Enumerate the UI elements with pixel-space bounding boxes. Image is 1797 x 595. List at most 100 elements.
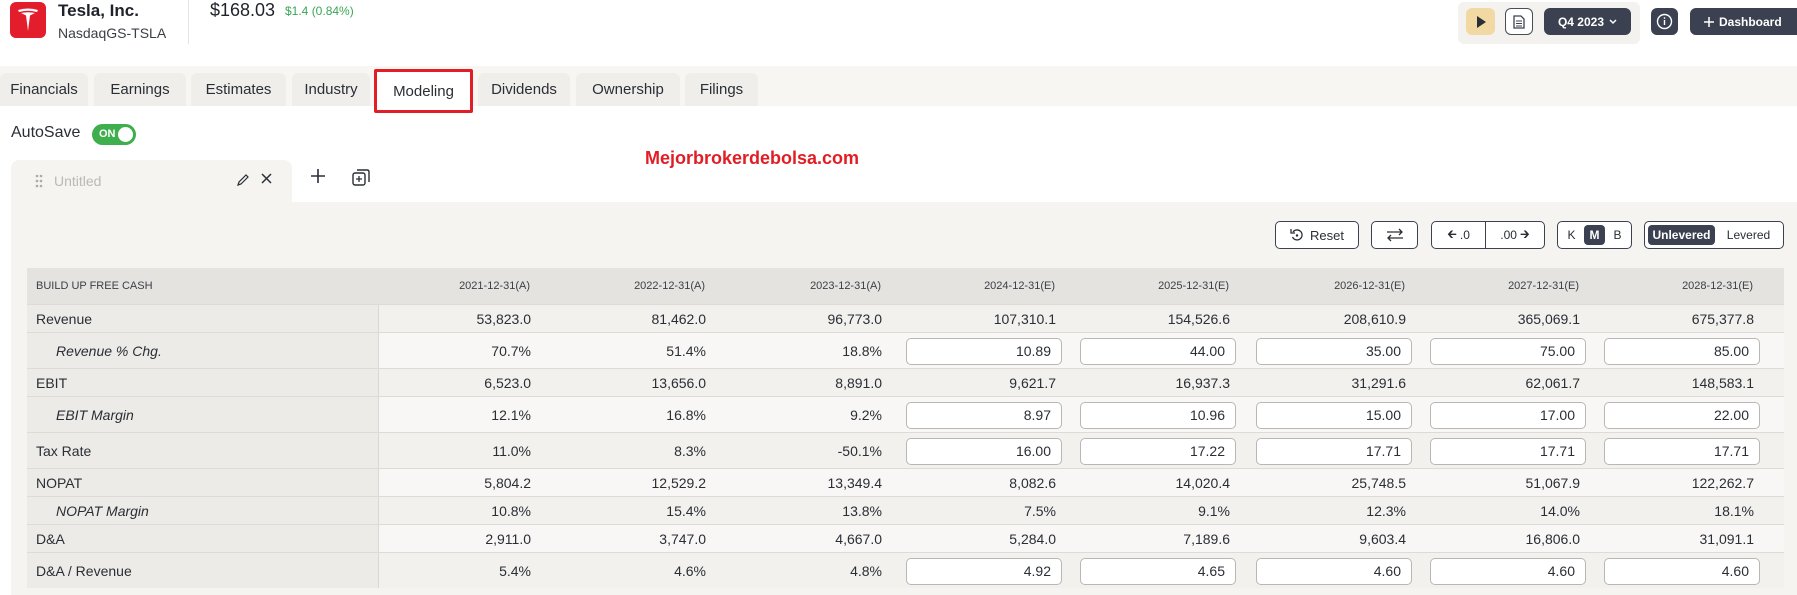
autosave-label: AutoSave <box>11 124 81 141</box>
assumption-input[interactable]: 8.97 <box>906 401 1062 429</box>
tab-ownership[interactable]: Ownership <box>576 73 680 106</box>
period-dropdown[interactable]: Q4 2023 <box>1544 8 1631 35</box>
table-cell: 4.6% <box>674 563 706 579</box>
assumption-input[interactable]: 75.00 <box>1430 337 1586 365</box>
table-cell: 12,529.2 <box>651 475 707 491</box>
table-row: EBIT Margin 12.1% 16.8% 9.2% 8.97 10.96 15.00 1… <box>27 396 1784 432</box>
levered-mode-selector: Unlevered Levered <box>1644 221 1784 249</box>
dashboard-label: Dashboard <box>1719 14 1782 29</box>
assumption-input[interactable]: 4.65 <box>1080 557 1236 585</box>
assumption-input[interactable]: 4.60 <box>1430 557 1586 585</box>
table-cell: 9,621.7 <box>1009 375 1056 391</box>
swap-button[interactable] <box>1371 221 1418 249</box>
units-option-b[interactable]: B <box>1607 225 1628 245</box>
assumption-input[interactable]: 10.96 <box>1080 401 1236 429</box>
table-row: Revenue % Chg. 70.7% 51.4% 18.8% 10.89 44.00 3… <box>27 332 1784 368</box>
table-cell: 7,189.6 <box>1183 531 1230 547</box>
units-option-k[interactable]: K <box>1561 225 1582 245</box>
assumption-input[interactable]: 17.71 <box>1604 437 1760 465</box>
model-name[interactable]: Untitled <box>54 173 101 189</box>
assumption-input[interactable]: 4.92 <box>906 557 1062 585</box>
tab-modeling[interactable]: Modeling <box>374 69 473 113</box>
assumption-input[interactable]: 4.60 <box>1256 557 1412 585</box>
increase-decimals-button[interactable]: .00 🡲 <box>1486 222 1544 248</box>
autosave-toggle[interactable]: ON <box>92 124 136 145</box>
row-label-cell: EBIT <box>27 369 379 396</box>
units-selector: K M B <box>1557 221 1632 249</box>
assumption-input[interactable]: 4.60 <box>1604 557 1760 585</box>
assumption-input[interactable]: 35.00 <box>1256 337 1412 365</box>
table-cell: 4,667.0 <box>835 531 882 547</box>
add-model-icon[interactable] <box>310 168 326 184</box>
table-cell: 14,020.4 <box>1175 475 1231 491</box>
arrow-left-icon: 🡰 <box>1447 226 1457 241</box>
mode-option-unlevered[interactable]: Unlevered <box>1648 225 1715 245</box>
table-cell: 18.1% <box>1714 503 1754 519</box>
assumption-input[interactable]: 44.00 <box>1080 337 1236 365</box>
table-cell: 9.2% <box>850 407 882 423</box>
drag-handle-icon[interactable] <box>35 174 43 188</box>
table-cell: 31,091.1 <box>1699 531 1755 547</box>
table-cell: 12.1% <box>491 407 531 423</box>
table-cell: 122,262.7 <box>1691 475 1754 491</box>
chevron-down-icon <box>1609 18 1617 24</box>
column-header: 2025-12-31(E) <box>1158 280 1229 292</box>
table-cell: 18.8% <box>842 343 882 359</box>
table-cell: 9,603.4 <box>1359 531 1406 547</box>
add-to-dashboard-button[interactable]: Dashboard <box>1690 8 1797 35</box>
document-button[interactable] <box>1505 8 1533 35</box>
app-header: Tesla, Inc. NasdaqGS-TSLA $168.03 $1.4 (… <box>0 0 1797 52</box>
column-header: 2026-12-31(E) <box>1334 280 1405 292</box>
info-icon <box>1656 13 1673 30</box>
assumption-input[interactable]: 16.00 <box>906 437 1062 465</box>
table-cell: 16.8% <box>666 407 706 423</box>
tab-estimates[interactable]: Estimates <box>191 73 286 106</box>
table-cell: 13.8% <box>842 503 882 519</box>
toggle-knob <box>118 127 133 142</box>
assumption-input[interactable]: 22.00 <box>1604 401 1760 429</box>
row-label: EBIT Margin <box>56 407 134 423</box>
column-header: 2028-12-31(E) <box>1682 280 1753 292</box>
swap-arrows-icon <box>1386 228 1403 242</box>
row-label-cell: D&A / Revenue <box>27 553 379 588</box>
table-cell: 96,773.0 <box>827 311 883 327</box>
table-cell: 675,377.8 <box>1691 311 1754 327</box>
mode-option-levered[interactable]: Levered <box>1717 225 1780 245</box>
row-label-cell: Revenue % Chg. <box>27 333 379 368</box>
tab-dividends[interactable]: Dividends <box>478 73 570 106</box>
tab-filings[interactable]: Filings <box>685 73 758 106</box>
duplicate-model-icon[interactable] <box>352 169 370 187</box>
row-label: D&A <box>36 531 65 547</box>
assumption-input[interactable]: 85.00 <box>1604 337 1760 365</box>
play-button[interactable] <box>1466 8 1495 35</box>
assumption-input[interactable]: 17.00 <box>1430 401 1586 429</box>
table-cell: 8.3% <box>674 443 706 459</box>
tab-industry[interactable]: Industry <box>292 73 370 106</box>
table-cell: 148,583.1 <box>1691 375 1754 391</box>
assumption-input[interactable]: 17.22 <box>1080 437 1236 465</box>
column-header: 2021-12-31(A) <box>459 280 530 292</box>
table-cell: 51,067.9 <box>1525 475 1581 491</box>
company-name: Tesla, Inc. <box>58 1 139 20</box>
table-header: BUILD UP FREE CASH 2021-12-31(A) 2022-12… <box>27 268 1784 304</box>
assumption-input[interactable]: 10.89 <box>906 337 1062 365</box>
units-option-m[interactable]: M <box>1584 225 1605 245</box>
assumption-input[interactable]: 15.00 <box>1256 401 1412 429</box>
decimals-control: 🡰 .0 .00 🡲 <box>1431 221 1545 249</box>
assumption-input[interactable]: 17.71 <box>1256 437 1412 465</box>
table-cell: 11.0% <box>492 443 531 459</box>
decrease-decimals-button[interactable]: 🡰 .0 <box>1432 222 1486 248</box>
decrease-decimals-label: .0 <box>1459 228 1470 242</box>
model-tab[interactable]: Untitled <box>11 160 292 202</box>
row-label: D&A / Revenue <box>36 563 132 579</box>
info-button[interactable] <box>1651 8 1678 35</box>
stock-price: $168.03 <box>210 0 276 20</box>
pencil-icon[interactable] <box>236 173 250 187</box>
close-icon[interactable] <box>260 172 273 185</box>
tab-earnings[interactable]: Earnings <box>94 73 186 106</box>
table-cell: 5,804.2 <box>484 475 531 491</box>
reset-button[interactable]: Reset <box>1275 221 1359 249</box>
table-cell: 53,823.0 <box>476 311 532 327</box>
tab-financials[interactable]: Financials <box>0 73 88 106</box>
assumption-input[interactable]: 17.71 <box>1430 437 1586 465</box>
